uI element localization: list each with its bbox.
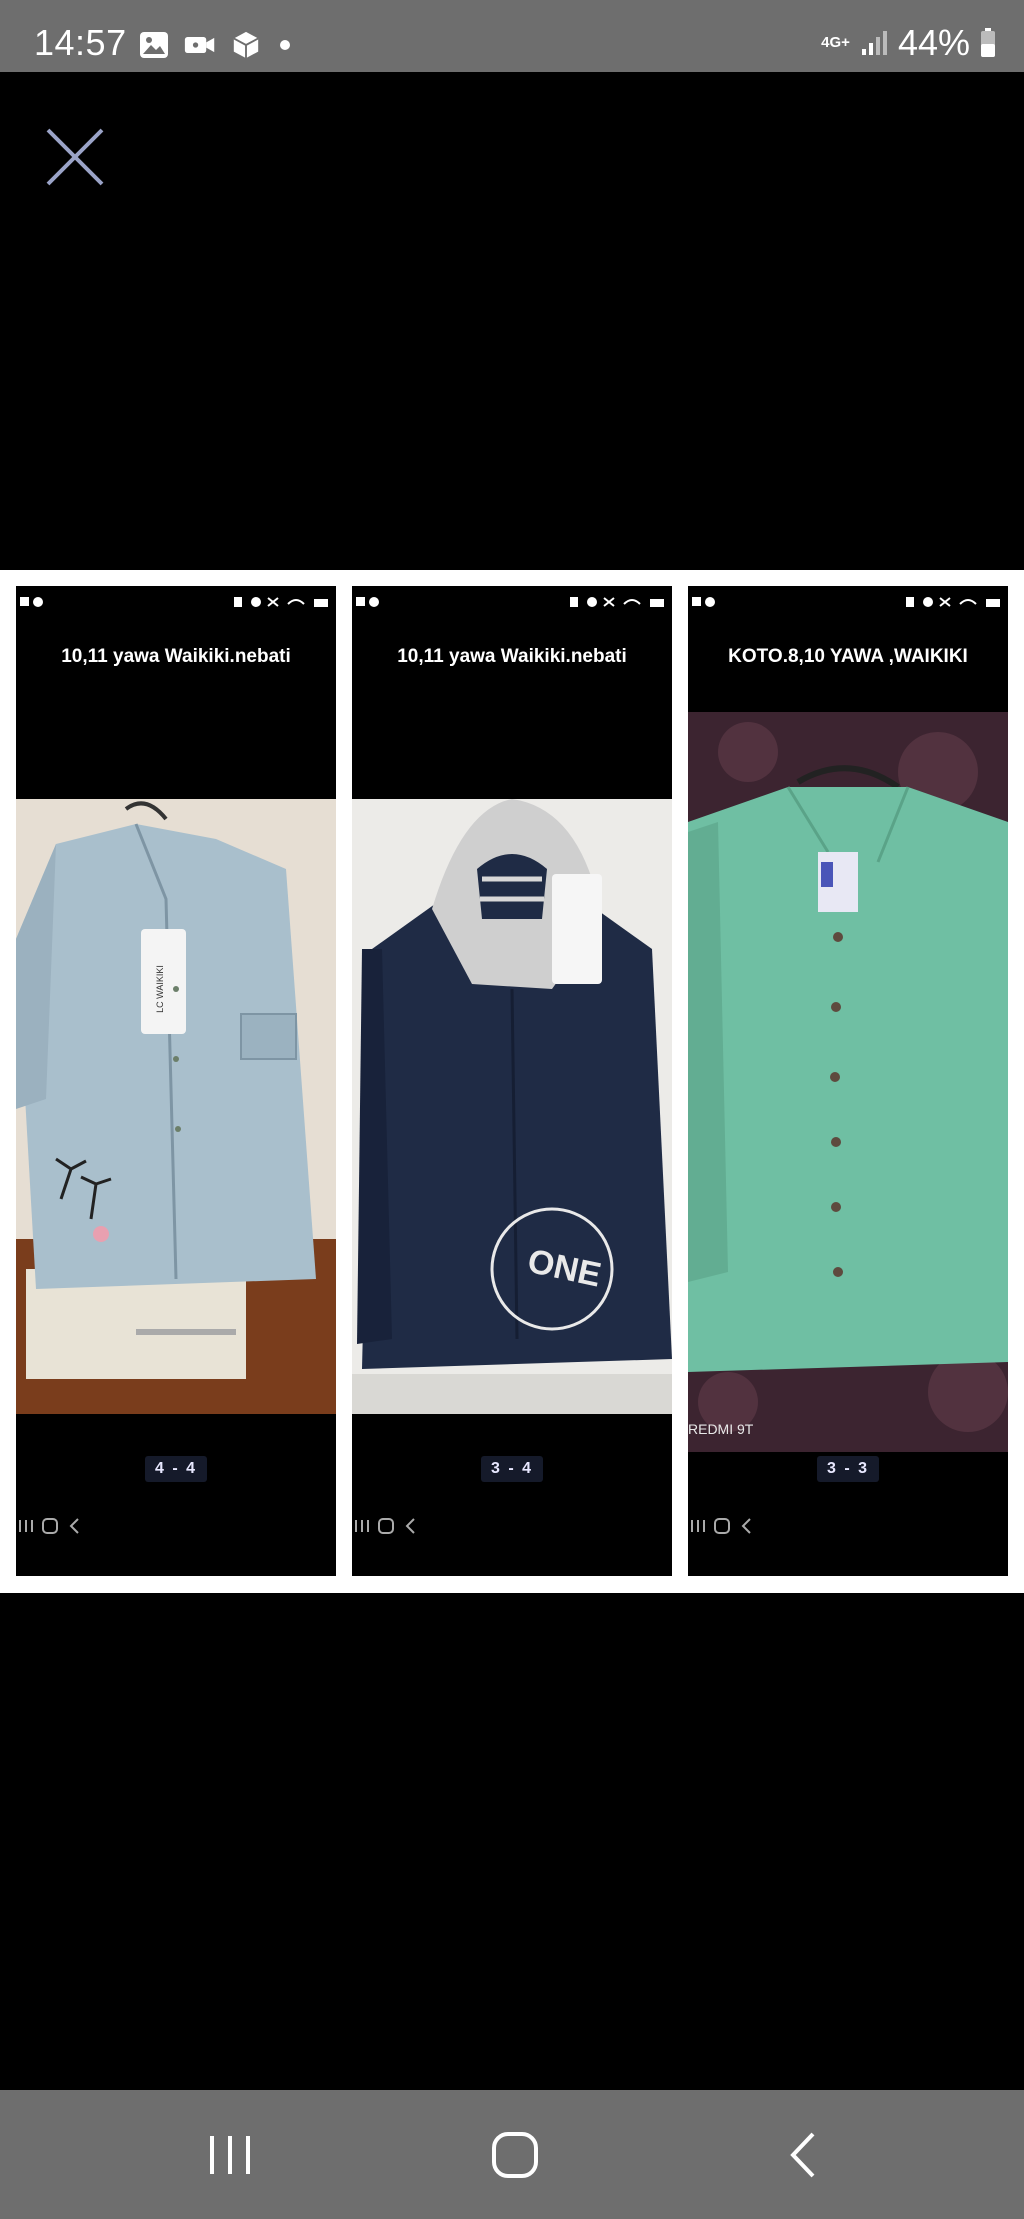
mini-system-icons (234, 597, 328, 607)
page-counter: 3 - 4 (480, 1456, 544, 1482)
image-viewer[interactable]: 10,11 yawa Waikiki.nebati LC WAIKIKI 4 -… (0, 570, 1024, 1593)
mini-back-icon (405, 1518, 415, 1534)
notification-icons (138, 30, 290, 60)
signal-icon (861, 31, 887, 55)
mini-recents-icon (19, 1520, 33, 1532)
mini-notif-icons (356, 597, 379, 607)
page-counter: 3 - 3 (816, 1456, 880, 1482)
status-bar: 14:57 4G+ 44% (0, 0, 1024, 72)
recents-icon[interactable] (200, 2128, 260, 2182)
home-icon[interactable] (485, 2128, 545, 2182)
box-icon (233, 31, 259, 59)
mini-status-bar (688, 586, 1008, 616)
video-icon (184, 37, 215, 53)
panel-caption: 10,11 yawa Waikiki.nebati (397, 646, 627, 667)
system-nav-bar (0, 2090, 1024, 2219)
denim-shirt-photo: LC WAIKIKI (16, 799, 336, 1414)
mini-recents-icon (355, 1520, 369, 1532)
mini-nav-bar (16, 1516, 336, 1576)
network-type: 4G+ (821, 34, 850, 51)
status-right: 4G+ 44% (821, 22, 996, 64)
mini-notif-icons (692, 597, 715, 607)
mini-notif-icons (20, 597, 43, 607)
mini-nav-bar (352, 1516, 672, 1576)
mini-recents-icon (691, 1520, 705, 1532)
collage-panel-2: 10,11 yawa Waikiki.nebati ONE 3 - 4 (352, 586, 672, 1576)
page-counter: 4 - 4 (144, 1456, 208, 1482)
mini-nav-bar (688, 1516, 1008, 1576)
navy-hoodie-shirt-photo: ONE (352, 799, 672, 1414)
collage-panel-3: KOTO.8,10 YAWA ,WAIKIKI REDMI 9T 3 - 3 (688, 586, 1008, 1576)
clothing-tag-text: LC WAIKIKI (155, 965, 165, 1013)
mini-home-icon (378, 1518, 395, 1534)
mini-status-bar (16, 586, 336, 616)
mini-status-bar (352, 586, 672, 616)
status-time: 14:57 (34, 22, 127, 63)
mini-system-icons (906, 597, 1000, 607)
mini-home-icon (714, 1518, 731, 1534)
back-icon[interactable] (775, 2128, 835, 2182)
mini-system-icons (570, 597, 664, 607)
mini-back-icon (741, 1518, 751, 1534)
gallery-icon (140, 32, 168, 58)
battery-percent: 44% (897, 22, 970, 63)
close-icon[interactable] (44, 126, 106, 188)
collage-panel-1: 10,11 yawa Waikiki.nebati LC WAIKIKI 4 -… (16, 586, 336, 1576)
mini-home-icon (42, 1518, 59, 1534)
panel-caption: 10,11 yawa Waikiki.nebati (61, 646, 291, 667)
mini-back-icon (69, 1518, 79, 1534)
panel-caption: KOTO.8,10 YAWA ,WAIKIKI (728, 646, 968, 667)
battery-icon (981, 28, 995, 57)
camera-watermark: REDMI 9T (688, 1421, 754, 1437)
green-shirt-photo: REDMI 9T (688, 712, 1008, 1452)
dot-icon (280, 40, 290, 50)
